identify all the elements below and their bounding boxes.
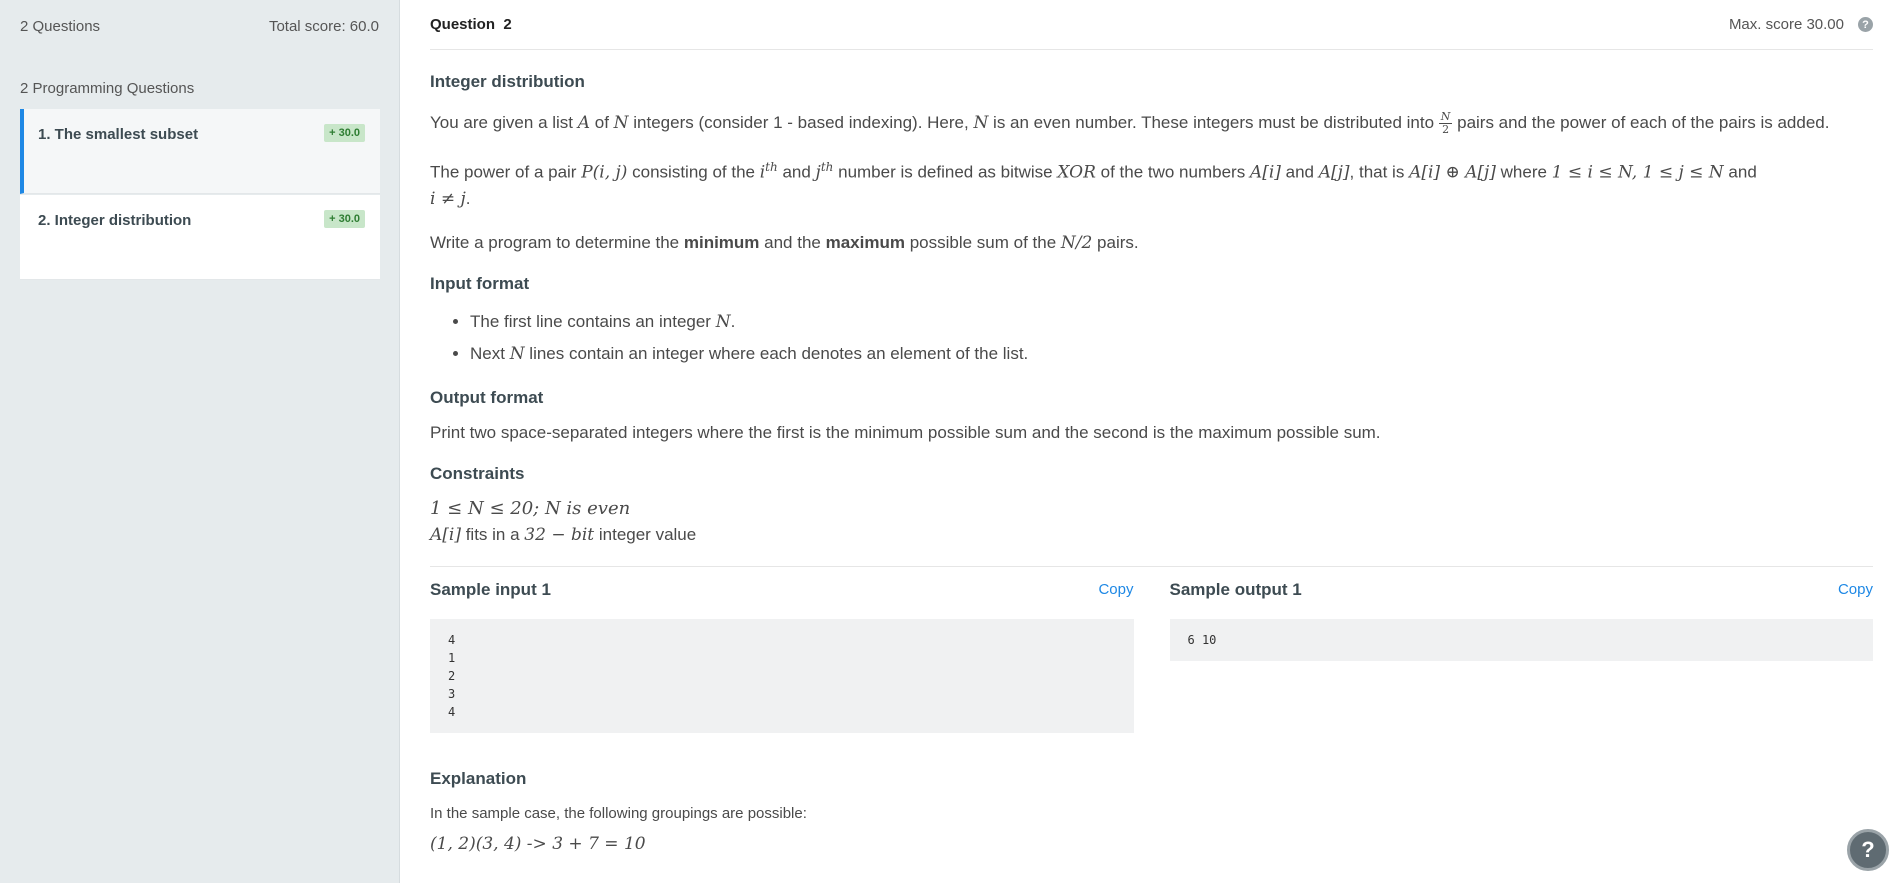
- text: of: [590, 113, 614, 132]
- text: The first line contains an integer: [470, 311, 716, 331]
- input-format-title: Input format: [430, 273, 530, 293]
- text: integers (consider 1 - based indexing). …: [628, 113, 974, 132]
- sample-input-header: Sample input 1 Copy: [430, 579, 1134, 601]
- text: You are given a list: [430, 113, 578, 132]
- bold-minimum: minimum: [683, 232, 760, 252]
- math-n-half: N/2: [1060, 232, 1093, 253]
- problem-paragraph-1: You are given a list A of N integers (co…: [430, 110, 1873, 136]
- sample-output-code: 6 10: [1169, 618, 1873, 661]
- math-a-j: A[j]: [1318, 162, 1350, 183]
- text: number is defined as bitwise: [833, 162, 1058, 182]
- text: and: [777, 162, 816, 182]
- question-number: 2: [503, 16, 512, 33]
- constraint-n: 1 ≤ N ≤ 20; N is even: [430, 497, 631, 519]
- samples: Sample input 1 Copy 4 1 2 3 4 Sample out…: [430, 579, 1873, 733]
- math-xor: XOR: [1057, 162, 1096, 183]
- floating-help-button[interactable]: ?: [1847, 829, 1889, 871]
- text: Next: [470, 343, 510, 363]
- problem-paragraph-2: The power of a pair P(i, j) consisting o…: [430, 154, 1873, 212]
- text: of the two numbers: [1095, 162, 1250, 182]
- math-not-equal: i ≠ j: [430, 188, 466, 209]
- total-score: Total score: 60.0: [268, 18, 379, 35]
- math-fraction: N2: [1438, 111, 1453, 137]
- sidebar-item-label: 1. The smallest subset: [38, 126, 199, 143]
- text: pairs.: [1092, 232, 1139, 252]
- text: and: [1280, 162, 1319, 182]
- math-a: A: [577, 113, 591, 133]
- text: Write a program to determine the: [430, 232, 684, 252]
- sidebar-item-label: 2. Integer distribution: [38, 212, 192, 229]
- text: and the: [759, 232, 826, 252]
- help-icon: ?: [1861, 837, 1875, 862]
- text: pairs and the power of each of the pairs…: [1452, 113, 1830, 132]
- math-n: N: [973, 113, 989, 133]
- list-item: The first line contains an integer N.: [470, 306, 1873, 338]
- constraints-title: Constraints: [430, 463, 525, 483]
- text: integer value: [594, 524, 697, 544]
- question-header: Question 2 Max. score 30.00 ?: [430, 0, 1873, 50]
- text: consisting of the: [627, 162, 760, 182]
- score-badge: + 30.0: [324, 210, 365, 228]
- sample-output-header: Sample output 1 Copy: [1170, 579, 1874, 601]
- sidebar-item-question-2[interactable]: 2. Integer distribution + 30.0: [20, 195, 380, 280]
- output-format-title: Output format: [430, 387, 544, 407]
- sample-input: Sample input 1 Copy 4 1 2 3 4: [430, 579, 1134, 733]
- sample-output-title: Sample output 1: [1169, 579, 1302, 599]
- constraint-ai: A[i] fits in a 32 − bit integer value: [430, 522, 1873, 548]
- sidebar-header: 2 Questions Total score: 60.0: [20, 18, 379, 35]
- text: and: [1723, 162, 1757, 182]
- text: .: [465, 188, 471, 208]
- math-n: N: [715, 311, 731, 332]
- sample-input-title: Sample input 1: [430, 579, 551, 599]
- explanation-title: Explanation: [430, 768, 527, 788]
- problem-title: Integer distribution: [430, 72, 585, 91]
- main-content: Question 2 Max. score 30.00 ? Integer di…: [430, 0, 1873, 854]
- max-score: Max. score 30.00: [1728, 16, 1844, 33]
- text: .: [730, 311, 736, 331]
- sample-output: Sample output 1 Copy 6 10: [1169, 579, 1874, 733]
- text: fits in a: [460, 524, 525, 544]
- list-item: Next N lines contain an integer where ea…: [470, 338, 1873, 370]
- math-32-bit: 32 − bit: [524, 524, 595, 545]
- fraction-denominator: 2: [1442, 123, 1450, 137]
- sidebar-item-question-1[interactable]: 1. The smallest subset + 30.0: [20, 109, 380, 194]
- input-format-list: The first line contains an integer N. Ne…: [430, 306, 1873, 370]
- bold-maximum: maximum: [825, 232, 905, 252]
- sidebar: 2 Questions Total score: 60.0 2 Programm…: [0, 0, 400, 883]
- text: where: [1495, 162, 1552, 182]
- section-title: 2 Programming Questions: [20, 80, 195, 97]
- problem-paragraph-3: Write a program to determine the minimum…: [430, 230, 1873, 256]
- text: The power of a pair: [430, 162, 582, 182]
- math-a-i: A[i]: [430, 524, 461, 545]
- text: lines contain an integer where each deno…: [524, 343, 1029, 363]
- sample-input-code: 4 1 2 3 4: [430, 618, 1134, 733]
- questions-count: 2 Questions: [20, 18, 101, 35]
- text: , that is: [1349, 162, 1410, 182]
- math-index-range: 1 ≤ i ≤ N, 1 ≤ j ≤ N: [1551, 162, 1724, 183]
- math-xor-expression: A[i] ⊕ A[j]: [1409, 162, 1496, 183]
- score-area: Max. score 30.00 ?: [1729, 16, 1873, 33]
- copy-input-button[interactable]: Copy: [1098, 581, 1133, 598]
- divider: [430, 565, 1873, 567]
- explanation-math: (1, 2)(3, 4) -> 3 + 7 = 10: [430, 833, 646, 854]
- math-n: N: [613, 113, 629, 133]
- math-superscript: th: [765, 160, 778, 175]
- math-a-i: A[i]: [1249, 162, 1281, 183]
- question-title: Question 2: [430, 16, 512, 33]
- explanation-text: In the sample case, the following groupi…: [430, 804, 807, 822]
- constraints: 1 ≤ N ≤ 20; N is even A[i] fits in a 32 …: [430, 496, 1873, 548]
- text: possible sum of the: [904, 232, 1061, 252]
- question-label: Question: [430, 16, 496, 33]
- output-format-text: Print two space-separated integers where…: [430, 422, 1381, 442]
- text: is an even number. These integers must b…: [988, 113, 1439, 132]
- math-superscript: th: [820, 160, 834, 175]
- math-pair: P(i, j): [581, 162, 628, 183]
- math-n: N: [509, 343, 525, 364]
- score-badge: + 30.0: [324, 124, 365, 142]
- copy-output-button[interactable]: Copy: [1838, 581, 1873, 598]
- question-circle-icon[interactable]: ?: [1858, 17, 1873, 32]
